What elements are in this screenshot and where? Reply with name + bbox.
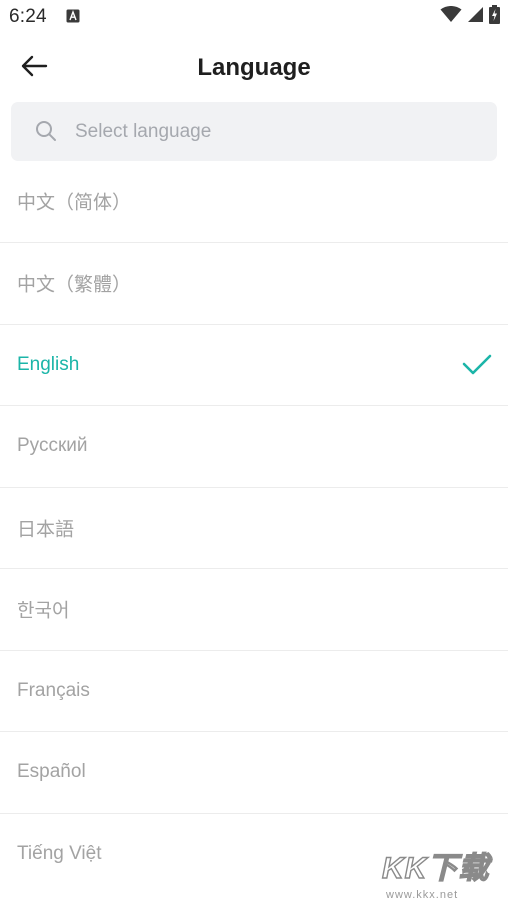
language-label: Español [17,761,86,783]
search-icon [35,120,57,142]
language-label: 中文（简体） [17,192,132,214]
language-item-korean[interactable]: 한국어 [0,569,508,651]
language-item-zh-hans[interactable]: 中文（简体） [0,161,508,243]
language-label: 中文（繁體） [17,274,132,296]
language-item-japanese[interactable]: 日本語 [0,488,508,569]
battery-charging-icon [489,5,500,29]
checkmark-icon [462,354,492,376]
language-item-spanish[interactable]: Español [0,732,508,814]
language-item-zh-hant[interactable]: 中文（繁體） [0,243,508,325]
language-item-english[interactable]: English [0,325,508,406]
language-item-russian[interactable]: Русский [0,406,508,488]
search-input[interactable] [75,102,475,161]
page-title: Language [197,54,311,81]
language-label: Tiếng Việt [17,843,102,865]
language-label: 한국어 [17,600,70,622]
language-label: Русский [17,435,88,457]
language-label: Français [17,679,90,701]
signal-icon [467,6,484,28]
header: Language [0,40,508,98]
a-box-icon [66,9,80,23]
status-bar: 6:24 [0,0,508,36]
status-icons [440,5,500,29]
wifi-icon [440,5,462,28]
language-label: English [17,353,80,375]
language-list: 中文（简体） 中文（繁體） English Русский 日本語 한국어 Fr… [0,161,508,895]
language-item-french[interactable]: Français [0,651,508,732]
search-box[interactable] [11,102,497,161]
language-item-vietnamese[interactable]: Tiếng Việt [0,814,508,896]
language-label: 日本語 [17,519,75,541]
status-time: 6:24 [9,6,47,27]
